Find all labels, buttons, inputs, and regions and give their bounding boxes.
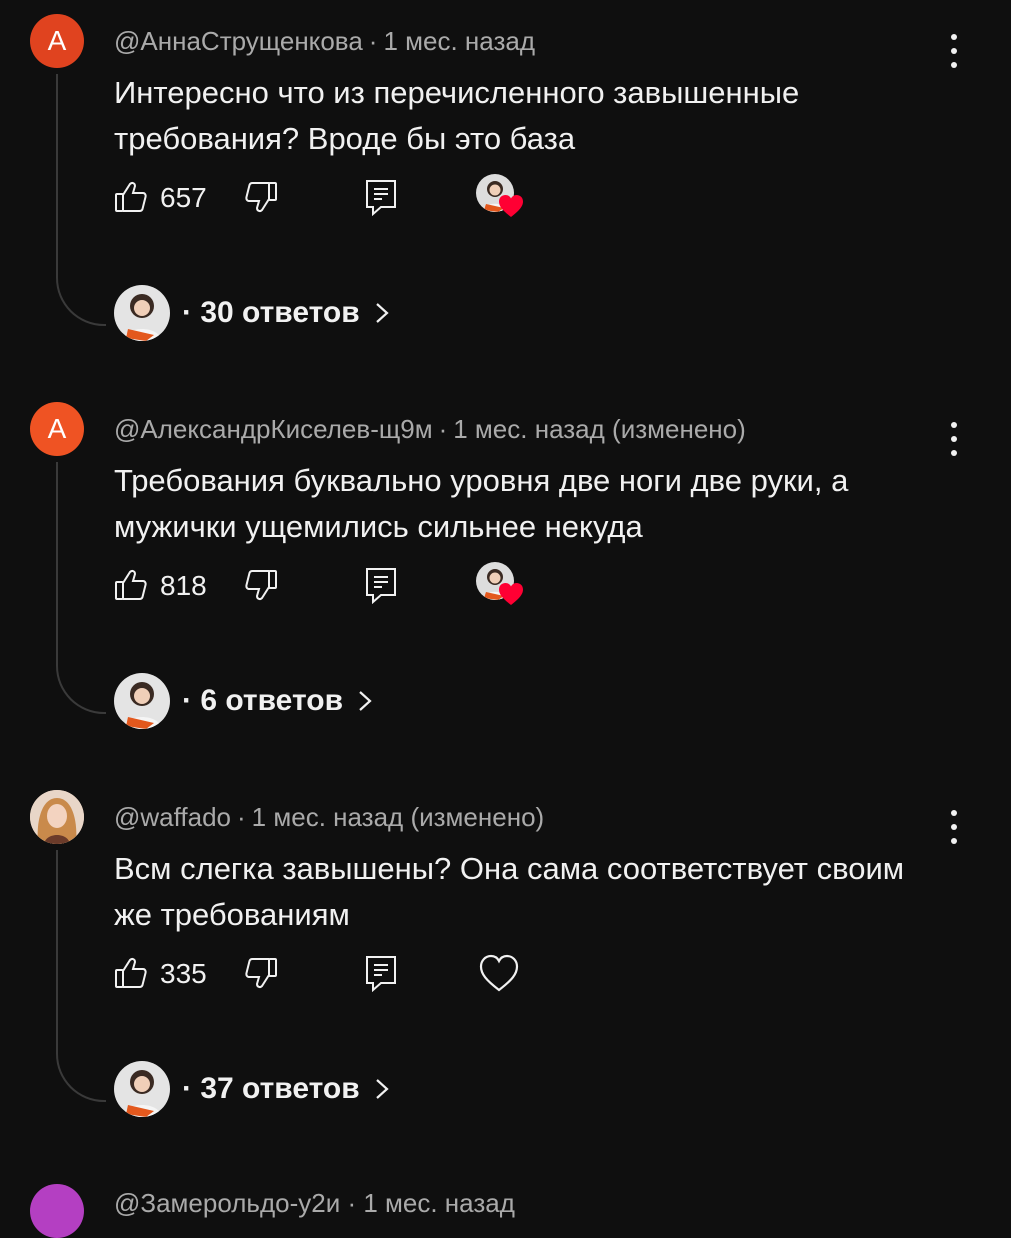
- reply-icon[interactable]: [364, 178, 398, 216]
- heart-icon[interactable]: [476, 950, 522, 996]
- replies-count: 30 ответов: [200, 296, 360, 329]
- like-count: 657: [160, 182, 207, 213]
- more-vert-icon[interactable]: [940, 34, 968, 68]
- thread-line: [56, 850, 106, 1102]
- edited-label: (изменено): [410, 802, 545, 832]
- comment-text: Требования буквально уровня две ноги две…: [114, 463, 849, 544]
- chevron-right-icon: [375, 303, 389, 323]
- thumb-down-icon[interactable]: [244, 956, 278, 990]
- creator-avatar: [114, 673, 170, 729]
- thumb-up-icon[interactable]: [114, 568, 148, 602]
- thumb-down-icon[interactable]: [244, 180, 278, 214]
- thumb-up-icon[interactable]: [114, 956, 148, 990]
- timestamp: 1 мес. назад: [453, 414, 605, 444]
- comment-meta: @Замерольдо-у2и · 1 мес. назад: [114, 1188, 515, 1218]
- edited-label: (изменено): [612, 414, 746, 444]
- reply-icon[interactable]: [364, 566, 398, 604]
- avatar[interactable]: [30, 790, 84, 844]
- comment-actions: 335: [114, 954, 534, 998]
- avatar[interactable]: А: [30, 402, 84, 456]
- creator-heart[interactable]: [476, 562, 523, 608]
- author-name[interactable]: @АннаСтрущенкова: [114, 26, 363, 56]
- avatar[interactable]: [30, 1184, 84, 1238]
- avatar[interactable]: А: [30, 14, 84, 68]
- like-count: 818: [160, 570, 207, 601]
- user-photo: [30, 790, 84, 844]
- reply-icon[interactable]: [364, 954, 398, 992]
- comment-thread: А @АлександрКиселев-щ9м · 1 мес. назад (из…: [0, 388, 1011, 776]
- comment-thread: @waffado · 1 мес. назад (изменено) Всм сле…: [0, 776, 1011, 1164]
- heart-icon: [499, 583, 523, 605]
- comment-text: Интересно что из перечисленного завышенн…: [114, 75, 800, 156]
- replies-count: 6 ответов: [200, 684, 344, 717]
- chevron-right-icon: [375, 1079, 389, 1099]
- comment-meta: @АлександрКиселев-щ9м · 1 мес. назад (изме…: [114, 414, 746, 444]
- chevron-right-icon: [359, 691, 372, 711]
- comment-actions: 657: [114, 174, 534, 222]
- comment-thread: @Замерольдо-у2и · 1 мес. назад: [0, 1160, 1011, 1238]
- creator-avatar: [114, 1061, 170, 1117]
- author-name[interactable]: @АлександрКиселев-щ9м: [114, 414, 433, 444]
- comment-thread: А @АннаСтрущенкова · 1 мес. назад Интересн…: [0, 0, 1011, 388]
- view-replies-button[interactable]: · 6 ответов: [114, 672, 514, 730]
- view-replies-button[interactable]: · 37 ответов: [114, 1060, 514, 1118]
- comment-meta: @waffado · 1 мес. назад (изменено): [114, 802, 545, 832]
- view-replies-button[interactable]: · 30 ответов: [114, 284, 514, 342]
- comment-meta: @АннаСтрущенкова · 1 мес. назад: [114, 26, 536, 56]
- more-vert-icon[interactable]: [940, 422, 968, 456]
- timestamp: 1 мес. назад: [251, 802, 404, 832]
- more-vert-icon[interactable]: [940, 810, 968, 844]
- heart-icon: [499, 195, 523, 217]
- comment-text: Всм слегка завышены? Она сама соответств…: [114, 851, 905, 932]
- thumb-down-icon[interactable]: [244, 568, 278, 602]
- creator-heart[interactable]: [476, 174, 523, 220]
- thumb-up-icon[interactable]: [114, 180, 148, 214]
- like-count: 335: [160, 958, 207, 989]
- comment-actions: 818: [114, 562, 534, 610]
- timestamp: 1 мес. назад: [383, 26, 536, 56]
- creator-avatar: [114, 285, 170, 341]
- author-name[interactable]: @waffado: [114, 802, 231, 832]
- replies-count: 37 ответов: [200, 1072, 360, 1105]
- thread-line: [56, 74, 106, 326]
- thread-line: [56, 462, 106, 714]
